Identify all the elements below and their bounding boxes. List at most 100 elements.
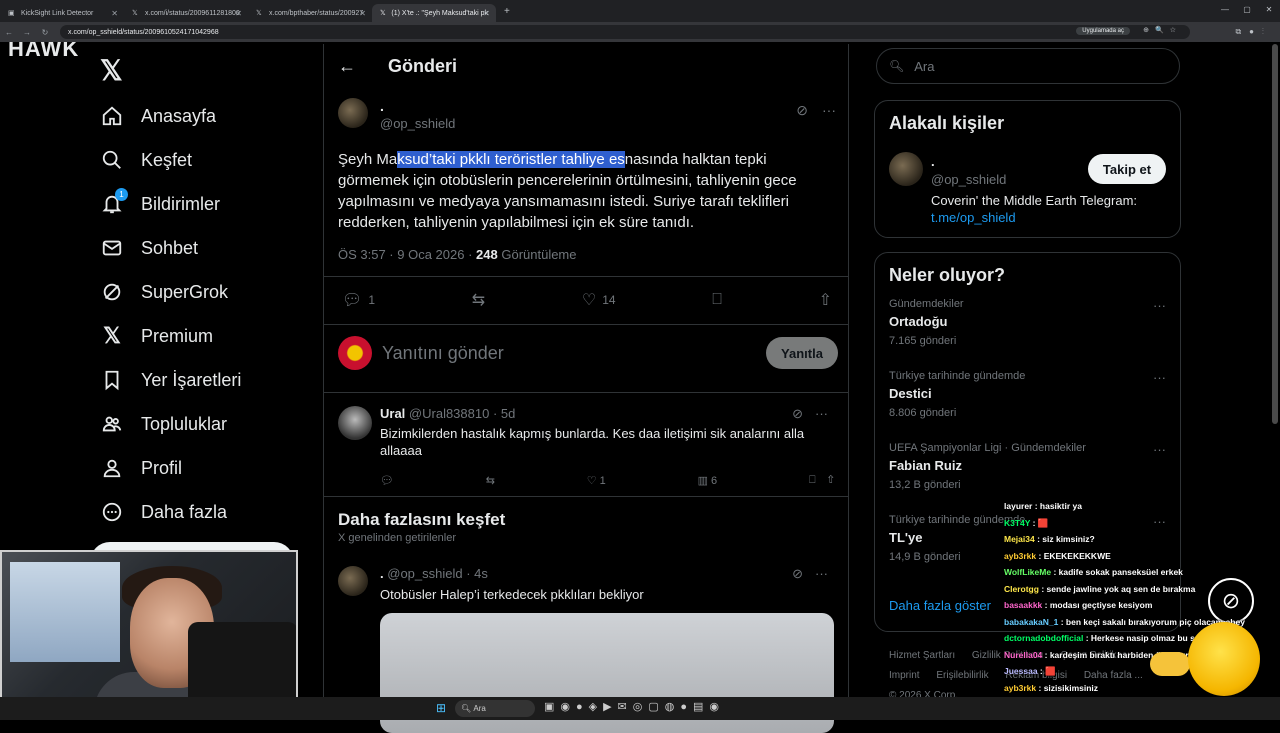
- grok-icon[interactable]: ⊘: [792, 406, 803, 422]
- bookmark-share-icons[interactable]: ⎕ ⇧: [809, 474, 834, 487]
- more-options-icon[interactable]: ···: [815, 566, 828, 582]
- extensions-icon[interactable]: ⧉●⋮: [1235, 27, 1272, 37]
- suggested-post[interactable]: . @op_sshield · 4s Otobüsler Halep’i ter…: [338, 566, 838, 602]
- chat-message: layurer : hasiktir ya: [1004, 498, 1280, 515]
- reply-submit-button[interactable]: Yanıtla: [766, 337, 838, 369]
- more-options-icon[interactable]: ···: [822, 102, 836, 119]
- more-options-icon[interactable]: ···: [815, 406, 828, 422]
- trend-item[interactable]: Türkiye tarihinde gündemde Destici 8.806…: [889, 358, 1166, 430]
- browser-tab[interactable]: 𝕏x.com/bpthaber/status/200927 ✕: [248, 4, 372, 22]
- minimize-icon[interactable]: —: [1214, 0, 1236, 20]
- person-name: .: [931, 154, 935, 169]
- taskbar-search[interactable]: 🔍︎ Ara: [455, 700, 535, 717]
- selected-text: ksud’taki pkklı teröristler tahliye es: [397, 151, 625, 168]
- new-tab-icon[interactable]: +: [504, 6, 510, 17]
- like-button[interactable]: ♡ 1: [587, 474, 606, 487]
- more-options-icon[interactable]: ···: [1153, 298, 1166, 313]
- follow-button[interactable]: Takip et: [1088, 154, 1166, 184]
- page-scrollbar[interactable]: [1272, 44, 1278, 424]
- chat-message: Mejai34 : siz kimsiniz?: [1004, 531, 1280, 548]
- x-logo-icon[interactable]: 𝕏: [100, 54, 123, 87]
- nav-item-bookmarks[interactable]: Yer İşaretleri: [100, 365, 241, 395]
- back-icon[interactable]: ←: [0, 28, 18, 37]
- author-handle[interactable]: @Ural838810: [409, 406, 489, 421]
- bio-link[interactable]: t.me/op_shield: [931, 210, 1016, 225]
- nav-item-supergrok[interactable]: SuperGrok: [100, 277, 228, 307]
- close-tab-icon[interactable]: ✕: [483, 9, 490, 18]
- author-name[interactable]: Ural: [380, 406, 405, 421]
- close-tab-icon[interactable]: ✕: [111, 9, 118, 18]
- bookmark-button[interactable]: ⎕: [712, 290, 722, 310]
- webcam-overlay: [0, 550, 298, 720]
- browser-tab-active[interactable]: 𝕏 (1) X'te .: "Şeyh Maksud'taki pk ✕: [372, 4, 496, 22]
- grok-icon[interactable]: ⊘: [796, 102, 808, 119]
- streamer-logo: HAWK: [8, 42, 80, 56]
- user-avatar[interactable]: [338, 336, 372, 370]
- bookmark-icon: [100, 368, 124, 392]
- reload-icon[interactable]: ↻: [36, 28, 54, 37]
- browser-tab[interactable]: ▣ KickSight Link Detector ✕: [0, 4, 124, 22]
- browser-tab[interactable]: 𝕏x.com/i/status/2009611281800 ✕: [124, 4, 248, 22]
- footer-link[interactable]: Imprint: [889, 670, 920, 681]
- chat-text: : siz kimsiniz?: [1034, 534, 1095, 544]
- search-icon: 🔍︎: [889, 59, 905, 73]
- reply-icon[interactable]: 💬︎: [380, 474, 394, 487]
- author-handle[interactable]: @op_sshield: [380, 116, 455, 131]
- taskbar-app-icons[interactable]: ▣◉●◈▶✉◎▢◍●▤◉: [544, 700, 725, 713]
- address-bar-row: ← → ↻ x.com/op_sshield/status/2009610524…: [0, 22, 1280, 42]
- reply-button[interactable]: 💬︎ 1: [342, 290, 375, 310]
- close-tab-icon[interactable]: ✕: [359, 9, 366, 18]
- related-person[interactable]: . @op_sshield Coverin' the Middle Earth …: [889, 152, 1166, 232]
- more-options-icon[interactable]: ···: [1153, 442, 1166, 457]
- chat-username: dctornadobdofficial: [1004, 633, 1084, 643]
- close-window-icon[interactable]: ✕: [1258, 0, 1280, 20]
- show-more-link[interactable]: Daha fazla göster: [889, 598, 991, 613]
- panel-title: Alakalı kişiler: [889, 113, 1005, 133]
- post-text: Otobüsler Halep’i terkedecek pkklıları b…: [380, 587, 644, 602]
- nav-item-explore[interactable]: Keşfet: [100, 145, 192, 175]
- bell-icon: 1: [100, 188, 128, 216]
- bookmark-icon: ⎕: [712, 291, 722, 308]
- author-name[interactable]: .: [380, 98, 455, 116]
- grok-icon: [100, 280, 124, 304]
- avatar[interactable]: [338, 406, 372, 440]
- nav-item-premium[interactable]: 𝕏 Premium: [100, 321, 213, 351]
- nav-item-more[interactable]: Daha fazla: [100, 497, 227, 527]
- nav-item-messages[interactable]: Sohbet: [100, 233, 198, 263]
- nav-item-communities[interactable]: Topluluklar: [100, 409, 227, 439]
- avatar[interactable]: [338, 98, 368, 128]
- back-arrow-icon[interactable]: ←: [338, 56, 358, 77]
- post-action-row: 💬︎ 1 ⇆ ♡ 14 ⎕ ⇧: [342, 290, 832, 310]
- nav-item-notifications[interactable]: 1 Bildirimler: [100, 188, 220, 219]
- nav-item-home[interactable]: Anasayfa: [100, 101, 216, 131]
- avatar[interactable]: [889, 152, 923, 186]
- omnibox-icons[interactable]: ⊕🔍☆: [1143, 26, 1182, 34]
- forward-icon[interactable]: →: [18, 28, 36, 37]
- url-bar[interactable]: x.com/op_sshield/status/2009610524171042…: [60, 25, 1190, 39]
- views-button[interactable]: ▥ 6: [698, 474, 718, 487]
- repost-icon[interactable]: ⇆: [486, 474, 495, 487]
- open-in-app-chip[interactable]: Uygulamada aç: [1076, 27, 1130, 35]
- repost-button[interactable]: ⇆: [472, 290, 485, 310]
- avatar[interactable]: [338, 566, 368, 596]
- nav-item-profile[interactable]: Profil: [100, 453, 182, 483]
- grok-icon[interactable]: ⊘: [792, 566, 803, 582]
- footer-link[interactable]: Hizmet Şartları: [889, 650, 955, 661]
- reply-post[interactable]: Ural @Ural838810 · 5d Bizimkilerden hast…: [338, 406, 838, 487]
- share-button[interactable]: ⇧: [819, 290, 832, 310]
- chat-username: basaakkk: [1004, 600, 1043, 610]
- trend-item[interactable]: Gündemdekiler Ortadoğu 7.165 gönderi ···: [889, 286, 1166, 358]
- person-icon: [100, 456, 124, 480]
- reply-input[interactable]: Yanıtını gönder: [382, 343, 504, 364]
- like-button[interactable]: ♡ 14: [582, 290, 616, 310]
- search-input[interactable]: 🔍︎ Ara: [876, 48, 1180, 84]
- footer-link[interactable]: Erişilebilirlik: [936, 670, 988, 681]
- trend-item[interactable]: UEFA Şampiyonlar Ligi · Gündemdekiler Fa…: [889, 430, 1166, 502]
- chat-text: : hasiktir ya: [1032, 501, 1082, 511]
- maximize-icon[interactable]: ▢: [1236, 0, 1258, 20]
- person-handle: @op_sshield: [931, 172, 1007, 187]
- close-tab-icon[interactable]: ✕: [235, 9, 242, 18]
- mail-icon: [100, 236, 124, 260]
- more-options-icon[interactable]: ···: [1153, 370, 1166, 385]
- windows-start-icon[interactable]: ⊞: [436, 701, 446, 715]
